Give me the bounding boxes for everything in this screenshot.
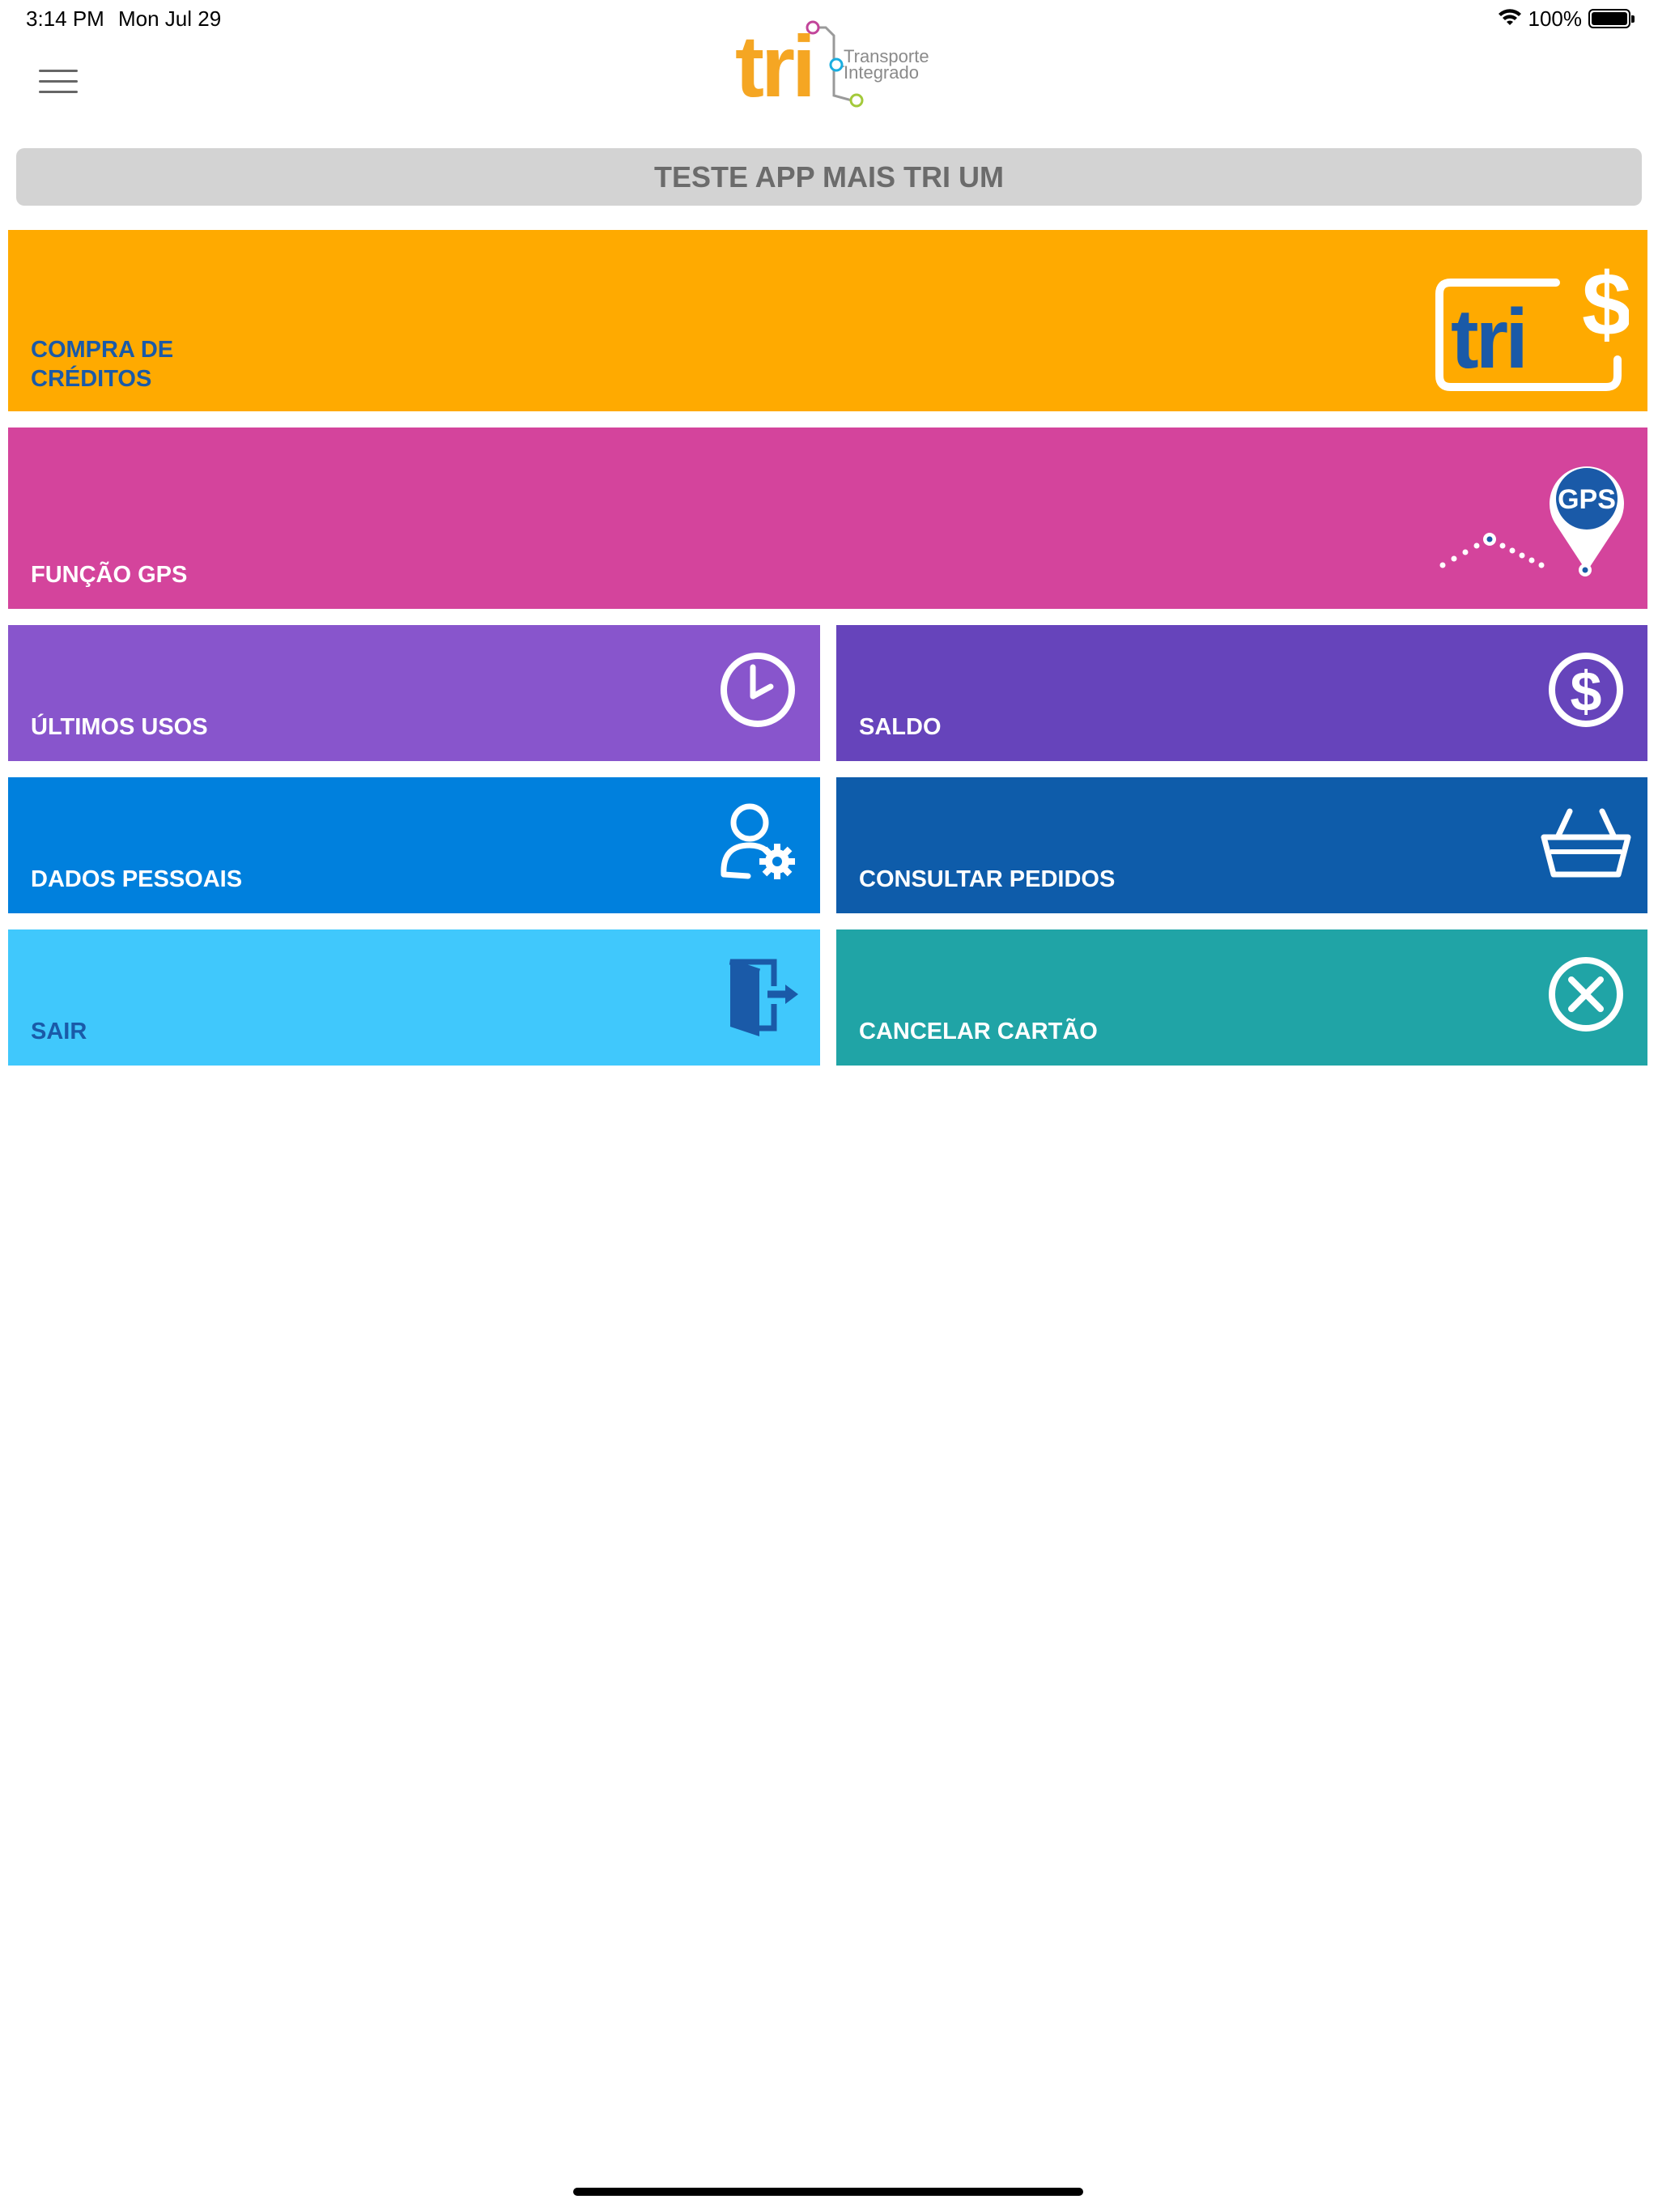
svg-text:GPS: GPS	[1558, 484, 1616, 515]
tile-label: FUNÇÃO GPS	[31, 562, 188, 588]
svg-text:tri: tri	[1451, 292, 1525, 386]
logo-word: tri	[735, 17, 816, 115]
cancel-circle-icon	[1549, 957, 1623, 1032]
tile-label: CONSULTAR PEDIDOS	[859, 866, 1116, 892]
status-right: 100%	[1498, 6, 1635, 31]
tile-saldo[interactable]: SALDO $	[836, 625, 1647, 761]
tile-ultimos-usos[interactable]: ÚLTIMOS USOS	[8, 625, 820, 761]
dollar-circle-icon: $	[1549, 653, 1623, 727]
tri-logo: tri Transporte Integrado	[729, 15, 939, 110]
svg-text:$: $	[1582, 255, 1629, 355]
tile-consultar-pedidos[interactable]: CONSULTAR PEDIDOS	[836, 777, 1647, 913]
tile-sair[interactable]: SAIR	[8, 929, 820, 1066]
tri-card-dollar-icon: tri $	[1435, 255, 1629, 391]
battery-icon	[1588, 9, 1635, 28]
tile-label: SAIR	[31, 1019, 87, 1044]
wifi-icon	[1498, 9, 1521, 25]
account-name: TESTE APP MAIS TRI UM	[653, 160, 1005, 194]
clock-icon	[721, 653, 795, 727]
svg-text:$: $	[1571, 660, 1602, 723]
logo-subtitle: Transporte Integrado	[844, 46, 929, 83]
gps-pin-route-icon: GPS	[1439, 466, 1624, 576]
user-settings-icon	[721, 803, 795, 879]
tile-compra-creditos[interactable]: COMPRA DE CRÉDITOS tri $	[8, 230, 1647, 411]
hamburger-menu-icon[interactable]	[39, 68, 78, 94]
shopping-basket-icon	[1541, 808, 1631, 878]
status-time: 3:14 PM	[26, 6, 104, 31]
tile-label: SALDO	[859, 714, 942, 740]
exit-door-icon	[729, 959, 798, 1036]
tile-dados-pessoais[interactable]: DADOS PESSOAIS	[8, 777, 820, 913]
tile-funcao-gps[interactable]: FUNÇÃO GPS GPS	[8, 428, 1647, 609]
status-date: Mon Jul 29	[118, 6, 222, 31]
tile-label: COMPRA DE CRÉDITOS	[31, 337, 174, 392]
tile-label: ÚLTIMOS USOS	[31, 714, 208, 740]
home-indicator[interactable]	[573, 2188, 1083, 2196]
tile-label: CANCELAR CARTÃO	[859, 1019, 1098, 1044]
battery-percentage: 100%	[1528, 6, 1583, 31]
tile-label: DADOS PESSOAIS	[31, 866, 243, 892]
account-name-bar: TESTE APP MAIS TRI UM	[16, 148, 1642, 206]
tile-cancelar-cartao[interactable]: CANCELAR CARTÃO	[836, 929, 1647, 1066]
